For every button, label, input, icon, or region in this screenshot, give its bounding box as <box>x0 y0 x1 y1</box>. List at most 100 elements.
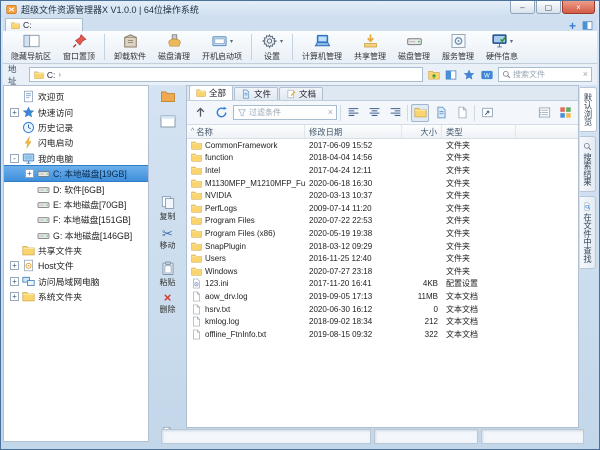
tree-item[interactable]: +Host文件 <box>4 258 148 273</box>
align-right-button[interactable] <box>386 104 404 122</box>
file-row[interactable]: Users2016-11-25 12:40文件夹 <box>187 252 578 265</box>
tree-item[interactable]: 共享文件夹 <box>4 243 148 258</box>
folder-up-button[interactable] <box>427 68 441 82</box>
tree-item[interactable]: +快速访问 <box>4 104 148 119</box>
view-tab-all[interactable]: 全部 <box>189 85 233 100</box>
file-date: 2020-05-19 19:38 <box>305 229 402 238</box>
tree-toggle[interactable]: + <box>10 292 19 301</box>
file-row[interactable]: function2018-04-04 14:56文件夹 <box>187 152 578 165</box>
toolbar-computer-management[interactable]: 计算机管理 <box>296 32 348 63</box>
toolbar-uninstall-software[interactable]: 卸载软件 <box>108 32 152 63</box>
file-row[interactable]: NVIDIA2020-03-13 10:37文件夹 <box>187 189 578 202</box>
file-row[interactable]: 123.ini2017-11-20 16:414KB配置设置 <box>187 278 578 291</box>
file-row[interactable]: aow_drv.log2019-09-05 17:1311MB文本文档 <box>187 290 578 303</box>
column-name[interactable]: ^ 名称 <box>187 125 305 138</box>
side-view-tabs: 默认浏览搜索结果在文件中查找 <box>580 87 599 442</box>
column-type[interactable]: 类型 <box>442 125 516 138</box>
file-row[interactable]: hsrv.txt2020-06-30 16:120文本文档 <box>187 303 578 316</box>
favorite-button[interactable] <box>462 68 476 82</box>
tree-toggle[interactable]: + <box>10 108 19 117</box>
toolbar-label: 开机启动项 <box>202 51 242 62</box>
toolbar-settings[interactable]: ▾设置 <box>255 32 289 63</box>
diskclean-icon <box>166 33 183 49</box>
folders-view-button[interactable] <box>411 104 429 122</box>
tree-item[interactable]: E: 本地磁盘[70GB] <box>4 197 148 212</box>
clear-search-icon[interactable]: × <box>583 70 588 79</box>
file-row[interactable]: Windows2020-07-27 23:18文件夹 <box>187 265 578 278</box>
search-input[interactable] <box>513 70 581 79</box>
tree-item[interactable]: F: 本地磁盘[151GB] <box>4 212 148 227</box>
tree-item[interactable]: -我的电脑 <box>4 151 148 166</box>
file-date: 2018-03-12 09:29 <box>305 242 402 251</box>
view-tab-files[interactable]: 文件 <box>234 87 278 100</box>
toolbar-hardware-info[interactable]: ▾硬件信息 <box>480 32 524 63</box>
blank-file-button[interactable] <box>453 104 471 122</box>
tree-item-label: 历史记录 <box>38 121 73 134</box>
detail-view-button[interactable] <box>535 104 553 122</box>
tree-item[interactable]: 历史记录 <box>4 120 148 135</box>
icon-view-button[interactable] <box>556 104 574 122</box>
side-tab-1[interactable]: 搜索结果 <box>580 136 596 192</box>
files-view-button[interactable] <box>432 104 450 122</box>
file-row[interactable]: offline_FtnInfo.txt2019-08-15 09:32322文本… <box>187 328 578 341</box>
popup-window-button[interactable] <box>478 104 496 122</box>
toolbar-share-management[interactable]: 共享管理 <box>348 32 392 63</box>
filter-input[interactable] <box>249 108 326 117</box>
delete-button[interactable]: ×删除 <box>149 292 186 315</box>
toolbar-disk-management[interactable]: 磁盘管理 <box>392 32 436 63</box>
toolbar-hide-nav[interactable]: 隐藏导航区 <box>5 32 57 63</box>
toolbar-service-management[interactable]: 服务管理 <box>436 32 480 63</box>
up-button[interactable] <box>191 104 209 122</box>
folder-icon <box>191 215 202 226</box>
refresh-button[interactable] <box>212 104 230 122</box>
tree-toggle-spacer <box>25 215 34 224</box>
file-row[interactable]: CommonFramework2017-06-09 15:52文件夹 <box>187 139 578 152</box>
side-tab-2[interactable]: 在文件中查找 <box>580 196 596 269</box>
search-icon <box>583 142 592 151</box>
tree-toggle[interactable]: + <box>10 261 19 270</box>
file-name: NVIDIA <box>205 191 232 200</box>
column-date[interactable]: 修改日期 <box>305 125 402 138</box>
file-row[interactable]: Intel2017-04-24 12:11文件夹 <box>187 164 578 177</box>
drive-icon <box>37 229 50 242</box>
open-folder-button[interactable] <box>149 89 186 104</box>
file-row[interactable]: Program Files2020-07-22 22:53文件夹 <box>187 215 578 228</box>
path-tab[interactable]: C: <box>5 18 83 31</box>
view-tab-docs[interactable]: 文档 <box>279 87 323 100</box>
file-row[interactable]: SnapPlugin2018-03-12 09:29文件夹 <box>187 240 578 253</box>
file-row[interactable]: PerfLogs2009-07-14 11:20文件夹 <box>187 202 578 215</box>
maximize-button[interactable]: ▢ <box>536 1 561 14</box>
file-row[interactable]: M1130MFP_M1210MFP_Full_Solution2020-06-1… <box>187 177 578 190</box>
file-row[interactable]: Program Files (x86)2020-05-19 19:38文件夹 <box>187 227 578 240</box>
tree-item[interactable]: +访问局域网电脑 <box>4 274 148 289</box>
move-button[interactable]: ✂移动 <box>149 228 186 251</box>
side-tab-0[interactable]: 默认浏览 <box>580 87 597 132</box>
tree-item[interactable]: 闪电启动 <box>4 135 148 150</box>
address-path[interactable]: C: › <box>29 67 423 82</box>
paste-button[interactable]: 粘贴 <box>149 261 186 288</box>
clear-filter-icon[interactable]: × <box>328 108 333 117</box>
tree-toggle[interactable]: + <box>10 277 19 286</box>
tree-item[interactable]: D: 软件[6GB] <box>4 181 148 196</box>
toolbar-startup-items[interactable]: ▾开机启动项 <box>196 32 248 63</box>
panel-button[interactable] <box>149 114 186 129</box>
w-tag-button[interactable]: W <box>480 68 494 82</box>
copy-button[interactable]: 复制 <box>149 195 186 222</box>
align-left-button[interactable] <box>344 104 362 122</box>
split-view-button[interactable] <box>444 68 458 82</box>
add-tab-icon[interactable]: + <box>569 21 576 31</box>
split-tabs-icon[interactable] <box>582 20 593 31</box>
tree-item[interactable]: +系统文件夹 <box>4 289 148 304</box>
minimize-button[interactable]: – <box>510 1 535 14</box>
close-button[interactable]: × <box>562 1 595 14</box>
file-row[interactable]: kmlog.log2018-09-02 18:34212文本文档 <box>187 315 578 328</box>
tree-toggle[interactable]: + <box>25 169 34 178</box>
tree-item[interactable]: 欢迎页 <box>4 89 148 104</box>
toolbar-disk-cleanup[interactable]: 磁盘清理 <box>152 32 196 63</box>
column-size[interactable]: 大小 <box>402 125 442 138</box>
align-center-button[interactable] <box>365 104 383 122</box>
toolbar-pin-top[interactable]: 窗口置顶 <box>57 32 101 63</box>
tree-toggle[interactable]: - <box>10 154 19 163</box>
tree-item[interactable]: G: 本地磁盘[146GB] <box>4 228 148 243</box>
tree-item[interactable]: +C: 本地磁盘[19GB] <box>4 166 148 181</box>
